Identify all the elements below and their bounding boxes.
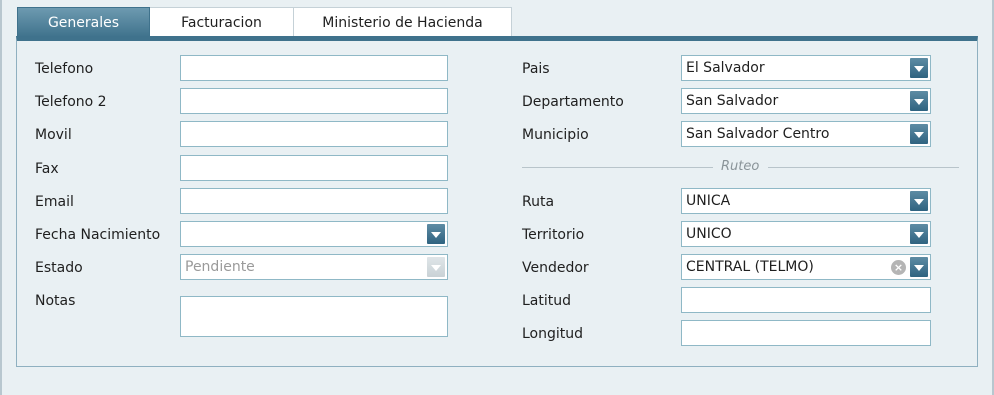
estado-label: Estado [35, 260, 83, 276]
longitud-label: Longitud [522, 326, 584, 342]
email-field[interactable] [180, 188, 448, 214]
municipio-select[interactable]: San Salvador Centro [681, 121, 931, 147]
municipio-label: Municipio [522, 127, 589, 143]
movil-field[interactable] [180, 121, 448, 147]
chevron-down-icon[interactable] [427, 224, 445, 244]
ruteo-separator-line-right [768, 167, 959, 168]
chevron-down-icon[interactable] [910, 91, 928, 111]
latitud-label: Latitud [522, 293, 572, 309]
tab-bar: Generales Facturacion Ministerio de Haci… [17, 7, 512, 37]
telefono-label: Telefono [35, 61, 94, 77]
tab-facturacion[interactable]: Facturacion [150, 7, 294, 37]
estado-value: Pendiente [185, 259, 255, 275]
tab-generales[interactable]: Generales [17, 7, 150, 37]
pais-label: Pais [522, 61, 550, 77]
tab-ministerio-de-hacienda[interactable]: Ministerio de Hacienda [294, 7, 512, 37]
notas-textarea[interactable] [180, 296, 448, 337]
latitud-field[interactable] [681, 287, 931, 313]
movil-label: Movil [35, 127, 72, 143]
telefono2-input[interactable] [181, 89, 447, 113]
telefono-field[interactable] [180, 55, 448, 81]
fax-field[interactable] [180, 155, 448, 181]
territorio-value: UNICO [686, 226, 732, 242]
territorio-label: Territorio [522, 227, 585, 243]
fax-label: Fax [35, 161, 59, 177]
chevron-down-icon[interactable] [910, 124, 928, 144]
chevron-down-icon [427, 257, 445, 277]
pais-value: El Salvador [686, 60, 765, 76]
vendedor-select[interactable]: CENTRAL (TELMO) × [681, 254, 931, 280]
ruta-label: Ruta [522, 194, 555, 210]
ruta-select[interactable]: UNICA [681, 188, 931, 214]
chevron-down-icon[interactable] [910, 191, 928, 211]
fecha-nacimiento-label: Fecha Nacimiento [35, 227, 161, 243]
fecha-nacimiento-picker[interactable] [180, 221, 448, 247]
municipio-value: San Salvador Centro [686, 126, 830, 142]
notas-label: Notas [35, 293, 76, 309]
clear-icon[interactable]: × [891, 260, 906, 275]
fax-input[interactable] [181, 156, 447, 180]
window-border-left [0, 0, 2, 395]
longitud-field[interactable] [681, 320, 931, 346]
ruteo-separator-line-left [522, 167, 713, 168]
telefono-input[interactable] [181, 56, 447, 80]
telefono2-label: Telefono 2 [35, 94, 107, 110]
chevron-down-icon[interactable] [910, 58, 928, 78]
departamento-label: Departamento [522, 94, 624, 110]
territorio-select[interactable]: UNICO [681, 221, 931, 247]
departamento-value: San Salvador [686, 93, 779, 109]
telefono2-field[interactable] [180, 88, 448, 114]
estado-select: Pendiente [180, 254, 448, 280]
chevron-down-icon[interactable] [910, 224, 928, 244]
latitud-input[interactable] [682, 288, 930, 312]
ruta-value: UNICA [686, 193, 731, 209]
movil-input[interactable] [181, 122, 447, 146]
pais-select[interactable]: El Salvador [681, 55, 931, 81]
longitud-input[interactable] [682, 321, 930, 345]
vendedor-value: CENTRAL (TELMO) [686, 259, 814, 275]
departamento-select[interactable]: San Salvador [681, 88, 931, 114]
ruteo-separator-label: Ruteo [721, 159, 760, 174]
email-label: Email [35, 194, 74, 210]
vendedor-label: Vendedor [522, 260, 589, 276]
chevron-down-icon[interactable] [910, 257, 928, 277]
email-input[interactable] [181, 189, 447, 213]
